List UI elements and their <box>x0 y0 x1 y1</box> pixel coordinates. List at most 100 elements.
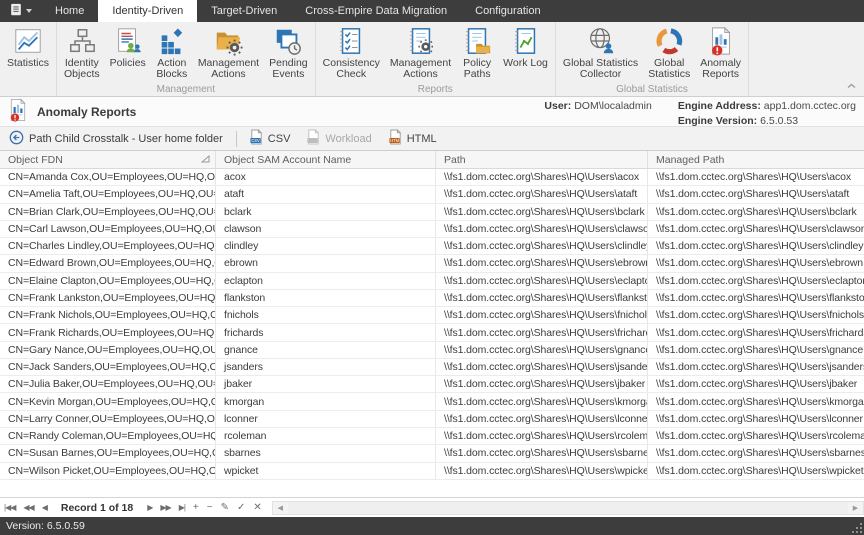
table-row[interactable]: CN=Wilson Picket,OU=Employees,OU=HQ,OU=d… <box>0 463 864 480</box>
ribbon-policies-button[interactable]: Policies <box>105 22 151 80</box>
table-row[interactable]: CN=Brian Clark,OU=Employees,OU=HQ,OU=dom… <box>0 204 864 221</box>
table-row[interactable]: CN=Randy Coleman,OU=Employees,OU=HQ,OU=d… <box>0 428 864 445</box>
table-row[interactable]: CN=Larry Conner,OU=Employees,OU=HQ,OU=do… <box>0 411 864 428</box>
next-record-button[interactable]: ▶ <box>143 503 156 512</box>
table-row[interactable]: CN=Frank Nichols,OU=Employees,OU=HQ,OU=d… <box>0 307 864 324</box>
tab-cross-empire-data-migration[interactable]: Cross-Empire Data Migration <box>291 0 461 22</box>
table-row[interactable]: CN=Carl Lawson,OU=Employees,OU=HQ,OU=dom… <box>0 221 864 238</box>
table-cell: CN=Carl Lawson,OU=Employees,OU=HQ,OU=dom… <box>0 221 216 237</box>
ribbon-item-label: Work Log <box>503 58 548 80</box>
delete-record-button[interactable]: − <box>203 502 217 513</box>
table-cell: \\fs1.dom.cctec.org\Shares\HQ\Users\acox <box>436 169 648 185</box>
ribbon-policy-paths-button[interactable]: Policy Paths <box>456 22 498 80</box>
sort-ascending-icon <box>201 154 210 166</box>
ribbon-global-statistics-collector-button[interactable]: Global Statistics Collector <box>558 22 643 80</box>
column-header-object-sam[interactable]: Object SAM Account Name <box>216 151 436 168</box>
ribbon-anomaly-reports-button[interactable]: Anomaly Reports <box>695 22 746 80</box>
table-cell: CN=Amanda Cox,OU=Employees,OU=HQ,OU=dom,… <box>0 169 216 185</box>
export-html-button[interactable]: HTM HTML <box>380 127 445 150</box>
ribbon-statistics-button[interactable]: Statistics <box>2 22 54 80</box>
table-cell: CN=Frank Nichols,OU=Employees,OU=HQ,OU=d… <box>0 307 216 323</box>
table-cell: CN=Frank Richards,OU=Employees,OU=HQ,OU=… <box>0 324 216 340</box>
table-cell: CN=Edward Brown,OU=Employees,OU=HQ,OU=do… <box>0 255 216 271</box>
export-csv-button[interactable]: CSV CSV <box>241 127 299 150</box>
ribbon-collapse-button[interactable] <box>847 80 856 92</box>
prev-page-button[interactable]: ◀◀ <box>19 503 37 512</box>
app-menu-button[interactable] <box>0 0 41 22</box>
ribbon-group-label: Global Statistics <box>556 84 748 95</box>
scroll-right-arrow-icon[interactable]: ▶ <box>848 502 863 514</box>
prev-record-button[interactable]: ◀ <box>38 503 51 512</box>
table-row[interactable]: CN=Jack Sanders,OU=Employees,OU=HQ,OU=do… <box>0 359 864 376</box>
table-row[interactable]: CN=Gary Nance,OU=Employees,OU=HQ,OU=dom,… <box>0 342 864 359</box>
ribbon-item-label: Policy Paths <box>463 58 491 80</box>
tab-target-driven[interactable]: Target-Driven <box>197 0 291 22</box>
table-cell: \\fs1.dom.cctec.org\Shares\HQ\Users\gnan… <box>436 342 648 358</box>
edit-record-button[interactable]: ✎ <box>217 502 233 513</box>
table-row[interactable]: CN=Frank Richards,OU=Employees,OU=HQ,OU=… <box>0 324 864 341</box>
column-header-object-fdn[interactable]: Object FDN <box>0 151 216 168</box>
ribbon-work-log-button[interactable]: Work Log <box>498 22 553 80</box>
report-toolbar: Path Child Crosstalk - User home folder … <box>0 127 864 151</box>
ribbon-identity-objects-button[interactable]: Identity Objects <box>59 22 105 80</box>
ribbon-group-management: Identity Objects Policies Action Blocks … <box>57 22 316 96</box>
end-edit-button[interactable]: ✓ <box>233 502 249 513</box>
table-cell: \\fs1.dom.cctec.org\Shares\HQ\Users\ecla… <box>436 273 648 289</box>
ribbon-pending-events-button[interactable]: Pending Events <box>264 22 313 80</box>
table-cell: CN=Randy Coleman,OU=Employees,OU=HQ,OU=d… <box>0 428 216 444</box>
ribbon-management-actions-report-button[interactable]: Management Actions <box>385 22 456 80</box>
table-row[interactable]: CN=Elaine Clapton,OU=Employees,OU=HQ,OU=… <box>0 273 864 290</box>
table-row[interactable]: CN=Amanda Cox,OU=Employees,OU=HQ,OU=dom,… <box>0 169 864 186</box>
statistics-icon <box>13 26 43 56</box>
engine-version: Engine Version: 6.5.0.53 <box>678 115 856 127</box>
next-page-button[interactable]: ▶▶ <box>156 503 174 512</box>
table-cell: \\fs1.dom.cctec.org\Shares\HQ\Users\wpic… <box>648 463 864 479</box>
append-record-button[interactable]: + <box>189 502 203 513</box>
table-cell: \\fs1.dom.cctec.org\Shares\HQ\Users\gnan… <box>648 342 864 358</box>
table-row[interactable]: CN=Amelia Taft,OU=Employees,OU=HQ,OU=dom… <box>0 186 864 203</box>
engine-address-value: app1.dom.cctec.org <box>764 100 856 112</box>
table-cell: CN=Charles Lindley,OU=Employees,OU=HQ,OU… <box>0 238 216 254</box>
back-button[interactable]: Path Child Crosstalk - User home folder <box>0 130 232 148</box>
table-cell: CN=Brian Clark,OU=Employees,OU=HQ,OU=dom… <box>0 204 216 220</box>
first-record-button[interactable]: |◀◀ <box>0 503 19 512</box>
ribbon-action-blocks-button[interactable]: Action Blocks <box>151 22 193 80</box>
table-cell: CN=Jack Sanders,OU=Employees,OU=HQ,OU=do… <box>0 359 216 375</box>
column-header-label: Object FDN <box>8 154 63 166</box>
ribbon-item-label: Identity Objects <box>64 58 100 80</box>
table-row[interactable]: CN=Julia Baker,OU=Employees,OU=HQ,OU=dom… <box>0 376 864 393</box>
page-title: Anomaly Reports <box>37 105 136 119</box>
export-workload-button[interactable]: Workload <box>298 127 379 150</box>
ribbon-management-actions-button[interactable]: Management Actions <box>193 22 264 80</box>
tab-identity-driven[interactable]: Identity-Driven <box>98 0 197 22</box>
table-cell: \\fs1.dom.cctec.org\Shares\HQ\Users\rcol… <box>648 428 864 444</box>
table-cell: \\fs1.dom.cctec.org\Shares\HQ\Users\rcol… <box>436 428 648 444</box>
ribbon-group-reports: Consistency Check Management Actions Pol… <box>316 22 556 96</box>
scrollbar-track[interactable] <box>288 502 848 514</box>
table-row[interactable]: CN=Frank Lankston,OU=Employees,OU=HQ,OU=… <box>0 290 864 307</box>
table-row[interactable]: CN=Edward Brown,OU=Employees,OU=HQ,OU=do… <box>0 255 864 272</box>
toolbar-separator <box>236 131 237 147</box>
table-cell: CN=Julia Baker,OU=Employees,OU=HQ,OU=dom… <box>0 376 216 392</box>
cancel-edit-button[interactable]: ✕ <box>249 502 265 513</box>
table-row[interactable]: CN=Kevin Morgan,OU=Employees,OU=HQ,OU=do… <box>0 393 864 410</box>
ribbon-global-statistics-button[interactable]: Global Statistics <box>643 22 695 80</box>
csv-file-icon: CSV <box>249 129 264 148</box>
ribbon-consistency-check-button[interactable]: Consistency Check <box>318 22 385 80</box>
column-header-managed-path[interactable]: Managed Path <box>648 151 864 168</box>
tab-home[interactable]: Home <box>41 0 98 22</box>
action-blocks-icon <box>157 26 187 56</box>
scroll-left-arrow-icon[interactable]: ◀ <box>273 502 288 514</box>
resize-grip[interactable] <box>852 523 862 533</box>
table-row[interactable]: CN=Susan Barnes,OU=Employees,OU=HQ,OU=do… <box>0 445 864 462</box>
horizontal-scrollbar[interactable]: ◀ ▶ <box>272 501 864 515</box>
tab-configuration[interactable]: Configuration <box>461 0 554 22</box>
table-cell: CN=Kevin Morgan,OU=Employees,OU=HQ,OU=do… <box>0 393 216 409</box>
last-record-button[interactable]: ▶| <box>175 503 189 512</box>
column-header-path[interactable]: Path <box>436 151 648 168</box>
ribbon-item-label: Action Blocks <box>156 58 187 80</box>
table-cell: CN=Gary Nance,OU=Employees,OU=HQ,OU=dom,… <box>0 342 216 358</box>
engine-version-value: 6.5.0.53 <box>760 115 798 127</box>
table-row[interactable]: CN=Charles Lindley,OU=Employees,OU=HQ,OU… <box>0 238 864 255</box>
chevron-up-icon <box>847 83 856 89</box>
